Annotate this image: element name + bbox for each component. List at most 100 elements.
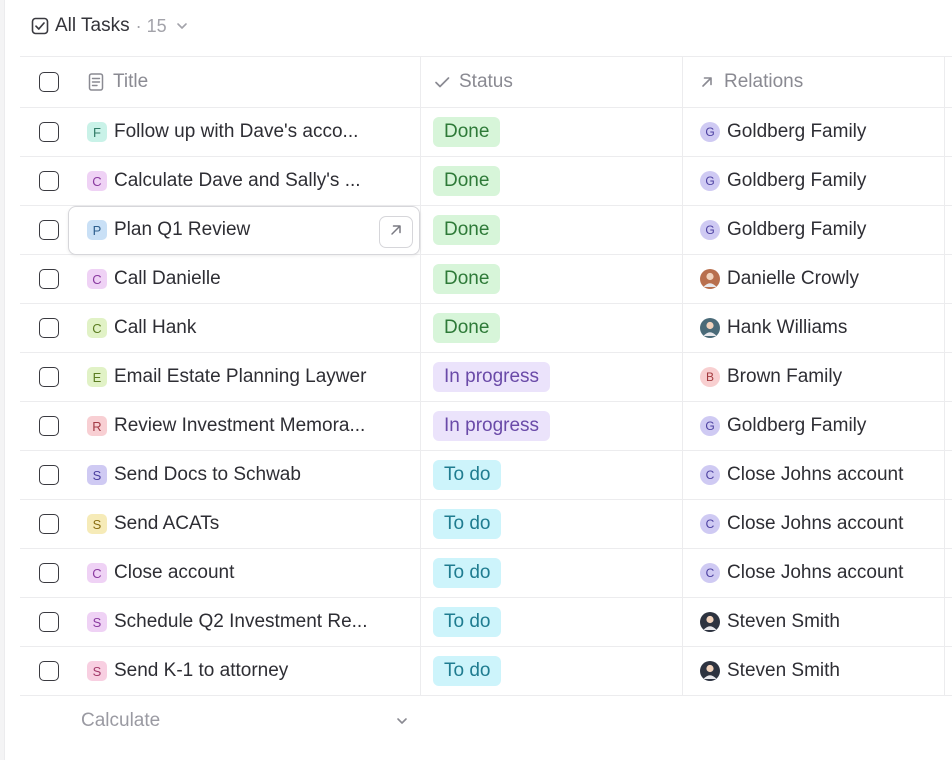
- table-row[interactable]: S Send K-1 to attorney To do Steven Smith: [20, 647, 952, 696]
- table-row[interactable]: F Follow up with Dave's acco... Done G Goldb…: [20, 108, 952, 157]
- table-row[interactable]: S Send ACATs To do C Close Johns account: [20, 500, 952, 549]
- title-cell[interactable]: S Send K-1 to attorney: [75, 647, 421, 695]
- view-header[interactable]: All Tasks · 15: [31, 13, 189, 39]
- relation-name[interactable]: Close Johns account: [727, 464, 903, 486]
- relation-name[interactable]: Goldberg Family: [727, 219, 866, 241]
- row-checkbox[interactable]: [38, 465, 59, 485]
- table-row[interactable]: C Close account To do C Close Johns account: [20, 549, 952, 598]
- select-all-checkbox[interactable]: [38, 72, 59, 92]
- relations-cell[interactable]: G Goldberg Family: [683, 402, 945, 450]
- status-badge[interactable]: Done: [433, 264, 501, 294]
- row-checkbox[interactable]: [38, 318, 59, 338]
- calculate-button[interactable]: Calculate: [81, 710, 160, 732]
- status-cell[interactable]: In progress: [421, 353, 683, 401]
- table-row[interactable]: C Call Danielle Done Danielle Crowly: [20, 255, 952, 304]
- title-cell[interactable]: C Calculate Dave and Sally's ...: [75, 157, 421, 205]
- row-checkbox[interactable]: [38, 171, 59, 191]
- column-header-status[interactable]: Status: [421, 57, 683, 107]
- relation-name[interactable]: Danielle Crowly: [727, 268, 859, 290]
- relations-cell[interactable]: C Close Johns account: [683, 549, 945, 597]
- column-header-title[interactable]: Title: [75, 57, 421, 107]
- task-title[interactable]: Send K-1 to attorney: [114, 660, 288, 682]
- relation-name[interactable]: Steven Smith: [727, 660, 840, 682]
- relations-cell[interactable]: G Goldberg Family: [683, 157, 945, 205]
- chevron-down-icon[interactable]: [175, 19, 189, 33]
- status-badge[interactable]: To do: [433, 509, 502, 539]
- status-badge[interactable]: To do: [433, 607, 502, 637]
- view-title[interactable]: All Tasks: [55, 15, 130, 37]
- row-checkbox[interactable]: [38, 269, 59, 289]
- relation-name[interactable]: Close Johns account: [727, 562, 903, 584]
- task-title[interactable]: Call Hank: [114, 317, 196, 339]
- title-cell[interactable]: C Call Danielle: [75, 255, 421, 303]
- status-badge[interactable]: To do: [433, 460, 502, 490]
- status-cell[interactable]: To do: [421, 549, 683, 597]
- task-title[interactable]: Send ACATs: [114, 513, 219, 535]
- table-row[interactable]: S Send Docs to Schwab To do C Close Johns ac…: [20, 451, 952, 500]
- status-cell[interactable]: To do: [421, 451, 683, 499]
- relation-name[interactable]: Close Johns account: [727, 513, 903, 535]
- table-row[interactable]: S Schedule Q2 Investment Re... To do Steven…: [20, 598, 952, 647]
- relation-name[interactable]: Goldberg Family: [727, 121, 866, 143]
- task-title[interactable]: Follow up with Dave's acco...: [114, 121, 358, 143]
- status-cell[interactable]: Done: [421, 255, 683, 303]
- row-checkbox[interactable]: [38, 122, 59, 142]
- status-badge[interactable]: To do: [433, 558, 502, 588]
- table-row[interactable]: R Review Investment Memora... In progress G…: [20, 402, 952, 451]
- task-title[interactable]: Send Docs to Schwab: [114, 464, 301, 486]
- title-cell[interactable]: R Review Investment Memora...: [75, 402, 421, 450]
- status-cell[interactable]: In progress: [421, 402, 683, 450]
- status-cell[interactable]: Done: [421, 108, 683, 156]
- relations-cell[interactable]: Danielle Crowly: [683, 255, 945, 303]
- status-cell[interactable]: To do: [421, 647, 683, 695]
- status-cell[interactable]: To do: [421, 500, 683, 548]
- status-cell[interactable]: Done: [421, 157, 683, 205]
- task-title[interactable]: Close account: [114, 562, 234, 584]
- relations-cell[interactable]: C Close Johns account: [683, 500, 945, 548]
- status-cell[interactable]: Done: [421, 304, 683, 352]
- relations-cell[interactable]: G Goldberg Family: [683, 108, 945, 156]
- relations-cell[interactable]: Steven Smith: [683, 598, 945, 646]
- status-cell[interactable]: Done: [421, 206, 683, 254]
- relations-cell[interactable]: C Close Johns account: [683, 451, 945, 499]
- relations-cell[interactable]: Hank Williams: [683, 304, 945, 352]
- title-cell[interactable]: S Send ACATs: [75, 500, 421, 548]
- task-title[interactable]: Call Danielle: [114, 268, 221, 290]
- row-checkbox[interactable]: [38, 661, 59, 681]
- relation-name[interactable]: Brown Family: [727, 366, 842, 388]
- row-checkbox[interactable]: [38, 612, 59, 632]
- row-checkbox[interactable]: [38, 367, 59, 387]
- task-title[interactable]: Email Estate Planning Laywer: [114, 366, 366, 388]
- task-title[interactable]: Calculate Dave and Sally's ...: [114, 170, 361, 192]
- relation-name[interactable]: Goldberg Family: [727, 170, 866, 192]
- title-cell[interactable]: F Follow up with Dave's acco...: [75, 108, 421, 156]
- status-badge[interactable]: Done: [433, 215, 501, 245]
- title-cell[interactable]: C Call Hank: [75, 304, 421, 352]
- status-badge[interactable]: In progress: [433, 362, 551, 392]
- status-cell[interactable]: To do: [421, 598, 683, 646]
- title-cell[interactable]: S Schedule Q2 Investment Re...: [75, 598, 421, 646]
- open-record-button[interactable]: [379, 216, 413, 248]
- relation-name[interactable]: Steven Smith: [727, 611, 840, 633]
- status-badge[interactable]: Done: [433, 313, 501, 343]
- status-badge[interactable]: Done: [433, 117, 501, 147]
- relation-name[interactable]: Hank Williams: [727, 317, 847, 339]
- relations-cell[interactable]: B Brown Family: [683, 353, 945, 401]
- table-row[interactable]: P Plan Q1 Review Done G Goldberg Family: [20, 206, 952, 255]
- status-badge[interactable]: Done: [433, 166, 501, 196]
- relation-name[interactable]: Goldberg Family: [727, 415, 866, 437]
- table-row[interactable]: E Email Estate Planning Laywer In progress…: [20, 353, 952, 402]
- chevron-down-icon[interactable]: [394, 713, 410, 729]
- title-cell[interactable]: S Send Docs to Schwab: [75, 451, 421, 499]
- relations-cell[interactable]: Steven Smith: [683, 647, 945, 695]
- status-badge[interactable]: To do: [433, 656, 502, 686]
- title-cell[interactable]: P Plan Q1 Review: [75, 206, 421, 254]
- row-checkbox[interactable]: [38, 220, 59, 240]
- row-checkbox[interactable]: [38, 563, 59, 583]
- table-row[interactable]: C Calculate Dave and Sally's ... Done G Gold…: [20, 157, 952, 206]
- title-cell[interactable]: E Email Estate Planning Laywer: [75, 353, 421, 401]
- row-checkbox[interactable]: [38, 514, 59, 534]
- relations-cell[interactable]: G Goldberg Family: [683, 206, 945, 254]
- status-badge[interactable]: In progress: [433, 411, 551, 441]
- task-title[interactable]: Schedule Q2 Investment Re...: [114, 611, 367, 633]
